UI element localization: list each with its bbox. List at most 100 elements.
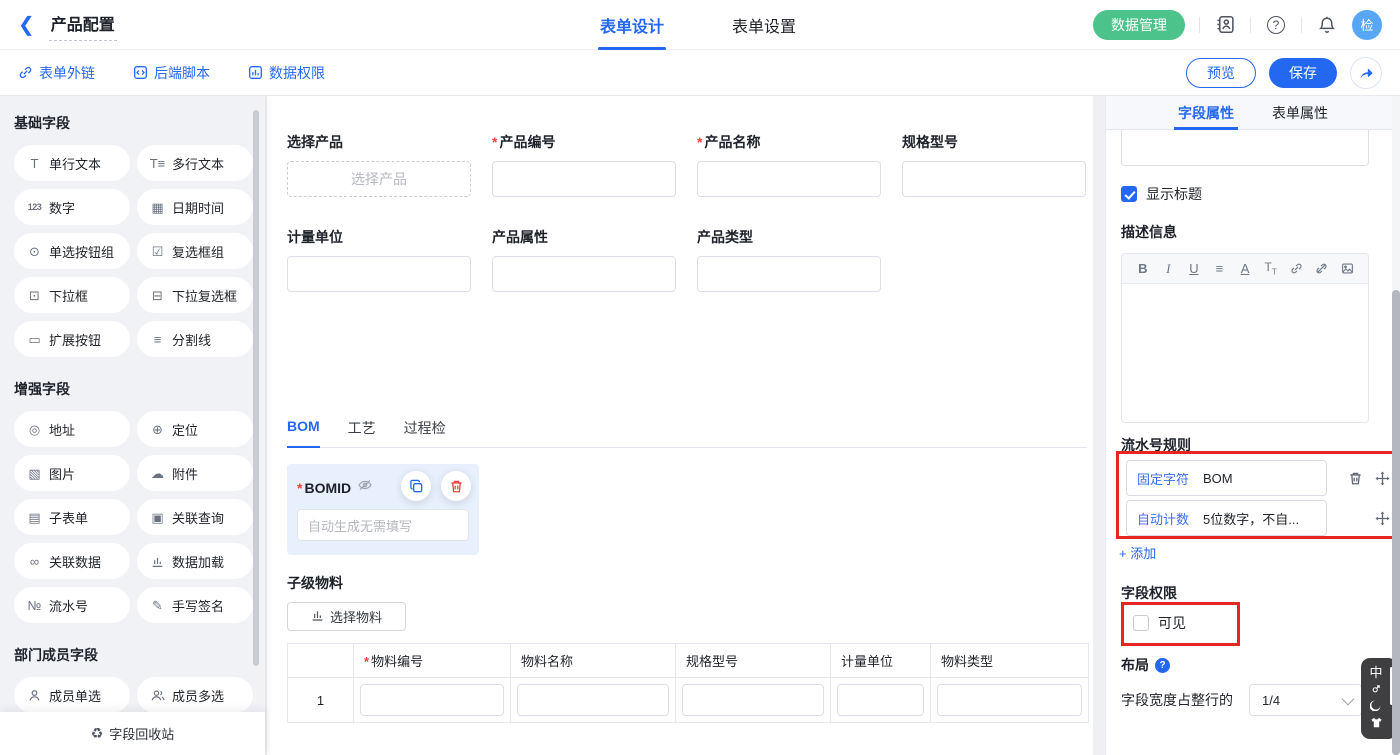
- field-item-data-load[interactable]: 数据加载: [137, 543, 253, 579]
- dropdown-icon: ⊡: [25, 289, 44, 302]
- unit-cell-input[interactable]: [837, 684, 924, 716]
- visible-checkbox[interactable]: [1133, 615, 1149, 631]
- unit-input[interactable]: [287, 256, 471, 292]
- field-item-attachment[interactable]: ☁附件: [137, 455, 253, 491]
- save-button[interactable]: 保存: [1269, 58, 1337, 88]
- field-item-multi-line-text[interactable]: T≡多行文本: [137, 145, 253, 181]
- notification-bell-icon[interactable]: [1316, 14, 1338, 36]
- field-item-serial-number[interactable]: №流水号: [14, 587, 130, 623]
- material-code-input[interactable]: [360, 684, 504, 716]
- page-title[interactable]: 产品配置: [49, 9, 117, 41]
- product-attribute-input[interactable]: [492, 256, 676, 292]
- field-item-member-single[interactable]: 成员单选: [14, 677, 130, 713]
- field-item-geolocation[interactable]: ⊕定位: [137, 411, 253, 447]
- field-item-divider[interactable]: ≡分割线: [137, 321, 253, 357]
- product-name-input[interactable]: [697, 161, 881, 197]
- material-type-input[interactable]: [937, 684, 1082, 716]
- preview-button[interactable]: 预览: [1186, 58, 1256, 88]
- field-item-dropdown[interactable]: ⊡下拉框: [14, 277, 130, 313]
- field-item-single-line-text[interactable]: T单行文本: [14, 145, 130, 181]
- tab-form-design[interactable]: 表单设计: [600, 0, 664, 50]
- bomid-input[interactable]: 自动生成无需填写: [297, 509, 469, 541]
- remove-link-icon[interactable]: [1309, 262, 1335, 275]
- spec-model-input[interactable]: [902, 161, 1086, 197]
- field-product-type[interactable]: 产品类型: [697, 227, 881, 292]
- add-rule-button[interactable]: + 添加: [1119, 543, 1156, 562]
- field-recycle-bin[interactable]: ♻ 字段回收站: [0, 712, 265, 755]
- field-item-address[interactable]: ◎地址: [14, 411, 130, 447]
- share-button[interactable]: [1350, 57, 1382, 89]
- description-textarea[interactable]: [1122, 284, 1368, 423]
- tab-process[interactable]: 工艺: [348, 418, 376, 447]
- field-spec-model[interactable]: 规格型号: [902, 132, 1086, 197]
- window-scrollbar-track[interactable]: [1392, 96, 1400, 755]
- field-item-linked-data[interactable]: ∞关联数据: [14, 543, 130, 579]
- field-item-radio-group[interactable]: ⊙单选按钮组: [14, 233, 130, 269]
- underline-icon[interactable]: U: [1181, 262, 1207, 275]
- field-item-datetime[interactable]: ▦日期时间: [137, 189, 253, 225]
- select-product-picker[interactable]: 选择产品: [287, 161, 471, 197]
- tab-form-properties[interactable]: 表单属性: [1272, 96, 1328, 130]
- move-rule-handle[interactable]: [1373, 509, 1391, 527]
- field-item-member-multi[interactable]: 成员多选: [137, 677, 253, 713]
- field-item-signature[interactable]: ✎手写签名: [137, 587, 253, 623]
- font-color-icon[interactable]: A: [1232, 262, 1258, 275]
- delete-rule-button[interactable]: [1346, 469, 1364, 487]
- material-name-input[interactable]: [517, 684, 669, 716]
- serial-rule-auto-count[interactable]: 自动计数 5位数字，不自...: [1126, 500, 1327, 536]
- field-product-attribute[interactable]: 产品属性: [492, 227, 676, 292]
- backend-script-button[interactable]: 后端脚本: [133, 63, 210, 83]
- spec-model-cell-input[interactable]: [682, 684, 824, 716]
- tab-bom[interactable]: BOM: [287, 418, 320, 447]
- help-icon[interactable]: ?: [1265, 14, 1287, 36]
- field-select-product[interactable]: 选择产品 选择产品: [287, 132, 471, 197]
- align-icon[interactable]: ≡: [1207, 262, 1233, 275]
- data-permission-button[interactable]: 数据权限: [248, 63, 325, 83]
- language-icon[interactable]: 中: [1369, 666, 1382, 679]
- share-arrow-icon: [1358, 65, 1374, 81]
- insert-image-icon[interactable]: [1335, 262, 1361, 275]
- bold-icon[interactable]: B: [1130, 262, 1156, 275]
- delete-field-button[interactable]: [441, 471, 471, 501]
- toolbar-actions: 预览 保存: [1186, 57, 1382, 89]
- mode-toggle-icon[interactable]: [1372, 682, 1380, 695]
- data-manage-button[interactable]: 数据管理: [1093, 10, 1185, 40]
- sidebar-scrollbar[interactable]: [253, 110, 259, 666]
- field-item-multi-dropdown[interactable]: ⊟下拉复选框: [137, 277, 253, 313]
- field-unit[interactable]: 计量单位: [287, 227, 471, 292]
- material-subtable: 物料编号 物料名称 规格型号 计量单位 物料类型 1: [287, 643, 1089, 723]
- field-item-linked-query[interactable]: ▣关联查询: [137, 499, 253, 535]
- layout-help-icon[interactable]: ?: [1155, 658, 1170, 673]
- contact-book-icon[interactable]: [1214, 14, 1236, 36]
- back-chevron-icon[interactable]: ❮: [18, 15, 35, 35]
- insert-link-icon[interactable]: [1283, 262, 1309, 275]
- field-product-name[interactable]: 产品名称: [697, 132, 881, 197]
- field-item-extend-button[interactable]: ▭扩展按钮: [14, 321, 130, 357]
- field-item-image[interactable]: ▧图片: [14, 455, 130, 491]
- field-item-checkbox-group[interactable]: ☑复选框组: [137, 233, 253, 269]
- product-code-input[interactable]: [492, 161, 676, 197]
- field-name-input-partial[interactable]: [1121, 130, 1369, 166]
- move-rule-handle[interactable]: [1373, 469, 1391, 487]
- window-scrollbar-thumb[interactable]: [1392, 290, 1400, 755]
- font-size-icon[interactable]: TT: [1258, 261, 1284, 276]
- field-product-code[interactable]: 产品编号: [492, 132, 676, 197]
- tab-field-properties[interactable]: 字段属性: [1178, 96, 1234, 130]
- field-width-select[interactable]: 1/4: [1249, 684, 1362, 716]
- field-item-number[interactable]: 123数字: [14, 189, 130, 225]
- show-title-checkbox[interactable]: [1121, 186, 1137, 202]
- italic-icon[interactable]: I: [1156, 262, 1182, 275]
- dark-mode-moon-icon[interactable]: [1370, 698, 1383, 713]
- form-external-link-button[interactable]: 表单外链: [18, 63, 95, 83]
- tab-form-settings[interactable]: 表单设置: [732, 0, 796, 50]
- subtable-title: 子级物料: [287, 573, 1093, 593]
- product-type-input[interactable]: [697, 256, 881, 292]
- selected-field-bomid[interactable]: BOMID: [287, 464, 479, 555]
- copy-field-button[interactable]: [401, 471, 431, 501]
- field-item-subform[interactable]: ▤子表单: [14, 499, 130, 535]
- serial-rule-fixed-chars[interactable]: 固定字符 BOM: [1126, 460, 1327, 496]
- tab-process-check[interactable]: 过程检: [404, 418, 446, 447]
- select-material-button[interactable]: 选择物料: [287, 602, 406, 631]
- user-avatar[interactable]: 检: [1352, 10, 1382, 40]
- theme-shirt-icon[interactable]: [1370, 716, 1383, 731]
